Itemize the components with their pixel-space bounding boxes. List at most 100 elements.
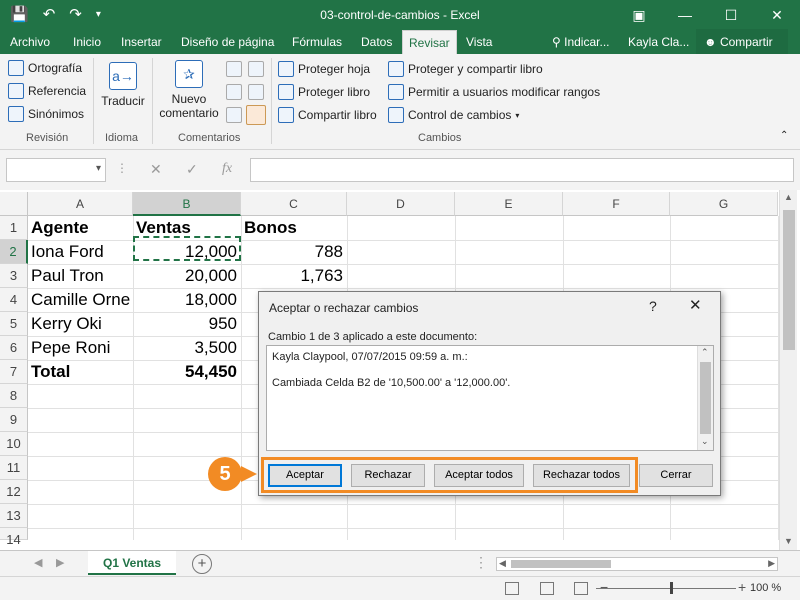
column-header-f[interactable]: F — [563, 192, 670, 216]
row-header-7[interactable]: 7 — [0, 360, 28, 384]
sheet-tab-q1-ventas[interactable]: Q1 Ventas — [88, 551, 176, 575]
row-header-11[interactable]: 11 — [0, 456, 28, 480]
more-sheets-icon[interactable]: ⋮ — [474, 554, 488, 571]
show-ink-button[interactable] — [246, 105, 266, 125]
sheet-prev-icon[interactable]: ◀ — [34, 556, 42, 569]
new-comment-button[interactable]: ✰ Nuevo comentario — [156, 60, 222, 120]
cell-b3[interactable]: 20,000 — [133, 264, 241, 288]
select-all-corner[interactable] — [0, 192, 28, 216]
insert-function-icon[interactable]: fx — [222, 161, 232, 177]
cell-b6[interactable]: 3,500 — [133, 336, 241, 360]
column-header-e[interactable]: E — [455, 192, 563, 216]
minimize-icon[interactable]: — — [662, 0, 708, 30]
delete-comment-button[interactable] — [226, 61, 242, 77]
allow-ranges-button[interactable]: Permitir a usuarios modificar rangos — [388, 84, 600, 100]
tab-vista[interactable]: Vista — [460, 30, 498, 54]
help-icon[interactable]: ? — [649, 298, 657, 314]
zoom-out-icon[interactable]: − — [600, 579, 608, 595]
protect-share-button[interactable]: Proteger y compartir libro — [388, 61, 543, 77]
protect-workbook-button[interactable]: Proteger libro — [278, 84, 370, 100]
dialog-close-icon[interactable]: ✕ — [689, 296, 702, 314]
zoom-level[interactable]: 100 % — [750, 582, 781, 594]
spelling-button[interactable]: Ortografía — [8, 60, 82, 76]
protect-sheet-button[interactable]: Proteger hoja — [278, 61, 370, 77]
next-comment-button[interactable] — [226, 107, 242, 123]
translate-button[interactable]: a→ Traducir — [98, 62, 148, 108]
scroll-down-icon[interactable]: ⌄ — [701, 436, 709, 447]
scroll-left-icon[interactable]: ◀ — [499, 558, 506, 569]
user-name[interactable]: Kayla Cla... — [628, 30, 689, 54]
formula-input[interactable] — [250, 158, 794, 182]
row-header-12[interactable]: 12 — [0, 480, 28, 504]
details-scroll-thumb[interactable] — [700, 362, 711, 434]
row-header-4[interactable]: 4 — [0, 288, 28, 312]
horizontal-scroll-thumb[interactable] — [511, 560, 611, 568]
row-header-10[interactable]: 10 — [0, 432, 28, 456]
tab-datos[interactable]: Datos — [355, 30, 398, 54]
cell-c2[interactable]: 788 — [241, 240, 347, 264]
cell-a1[interactable]: Agente — [28, 216, 133, 240]
scroll-right-icon[interactable]: ▶ — [768, 558, 775, 569]
normal-view-icon[interactable] — [505, 582, 519, 595]
cell-a7[interactable]: Total — [28, 360, 133, 384]
column-header-g[interactable]: G — [670, 192, 778, 216]
tell-me-box[interactable]: ⚲ Indicar... — [552, 30, 609, 54]
page-layout-view-icon[interactable] — [540, 582, 554, 595]
row-header-13[interactable]: 13 — [0, 504, 28, 528]
share-button[interactable]: ☻ Compartir — [696, 29, 788, 55]
ribbon-display-icon[interactable]: ▣ — [616, 0, 662, 30]
maximize-icon[interactable]: ☐ — [708, 0, 754, 30]
details-scrollbar[interactable]: ⌃ ⌄ — [697, 346, 713, 450]
column-header-c[interactable]: C — [241, 192, 347, 216]
sheet-next-icon[interactable]: ▶ — [56, 556, 64, 569]
cell-a3[interactable]: Paul Tron — [28, 264, 133, 288]
row-header-14[interactable]: 14 — [0, 528, 28, 547]
cell-a6[interactable]: Pepe Roni — [28, 336, 133, 360]
share-workbook-button[interactable]: Compartir libro — [278, 107, 377, 123]
scroll-down-icon[interactable]: ▼ — [784, 536, 793, 546]
scroll-up-icon[interactable]: ⌃ — [701, 347, 709, 358]
tab-insertar[interactable]: Insertar — [115, 30, 168, 54]
row-header-6[interactable]: 6 — [0, 336, 28, 360]
thesaurus-button[interactable]: Sinónimos — [8, 106, 84, 122]
row-header-2[interactable]: 2 — [0, 240, 28, 264]
close-button[interactable]: Cerrar — [639, 464, 713, 487]
zoom-slider-track[interactable] — [596, 588, 736, 589]
row-header-8[interactable]: 8 — [0, 384, 28, 408]
cancel-icon[interactable]: ✕ — [150, 161, 162, 178]
zoom-in-icon[interactable]: + — [738, 579, 746, 595]
tab-inicio[interactable]: Inicio — [67, 30, 107, 54]
page-break-view-icon[interactable] — [574, 582, 588, 595]
show-all-comments-button[interactable] — [248, 84, 264, 100]
row-header-1[interactable]: 1 — [0, 216, 28, 240]
cell-a4[interactable]: Camille Orne — [28, 288, 133, 312]
cell-b5[interactable]: 950 — [133, 312, 241, 336]
tab-diseno-pagina[interactable]: Diseño de página — [175, 30, 280, 54]
row-header-9[interactable]: 9 — [0, 408, 28, 432]
tab-formulas[interactable]: Fórmulas — [286, 30, 348, 54]
close-icon[interactable]: ✕ — [754, 0, 800, 30]
tab-revisar[interactable]: Revisar — [402, 30, 457, 54]
collapse-ribbon-icon[interactable]: ⌃ — [780, 130, 788, 141]
zoom-slider-thumb[interactable] — [670, 582, 673, 594]
cell-a2[interactable]: Iona Ford — [28, 240, 133, 264]
previous-comment-button[interactable] — [226, 84, 242, 100]
row-header-3[interactable]: 3 — [0, 264, 28, 288]
column-header-d[interactable]: D — [347, 192, 455, 216]
horizontal-scrollbar[interactable]: ◀ ▶ — [496, 557, 778, 571]
cell-c3[interactable]: 1,763 — [241, 264, 347, 288]
research-button[interactable]: Referencia — [8, 83, 86, 99]
chevron-down-icon[interactable]: ▾ — [96, 163, 101, 174]
scroll-up-icon[interactable]: ▲ — [784, 192, 793, 202]
column-header-a[interactable]: A — [28, 192, 133, 216]
vertical-scrollbar[interactable]: ▲ ▼ — [779, 190, 797, 550]
track-changes-button[interactable]: Control de cambios ▾ — [388, 107, 519, 123]
cell-b7[interactable]: 54,450 — [133, 360, 241, 384]
cell-c1[interactable]: Bonos — [241, 216, 347, 240]
column-header-b[interactable]: B — [133, 192, 241, 216]
name-box[interactable]: ▾ — [6, 158, 106, 182]
vertical-scroll-thumb[interactable] — [783, 210, 795, 350]
add-sheet-icon[interactable]: + — [192, 554, 212, 574]
show-comment-button[interactable] — [248, 61, 264, 77]
cell-b4[interactable]: 18,000 — [133, 288, 241, 312]
